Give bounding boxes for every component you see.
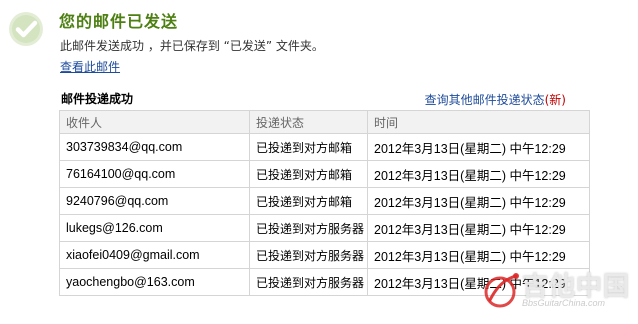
- table-row: 9240796@qq.com 已投递到对方邮箱 2012年3月13日(星期二) …: [59, 187, 590, 215]
- page-title: 您的邮件已发送: [59, 12, 179, 31]
- recipient-cell: 9240796@qq.com: [59, 187, 250, 215]
- recipient-cell: 303739834@qq.com: [59, 133, 250, 161]
- column-header-status: 投递状态: [249, 110, 368, 134]
- status-cell: 已投递到对方邮箱: [249, 133, 368, 161]
- new-badge: (新): [544, 93, 566, 107]
- success-icon: [8, 11, 44, 47]
- recipient-cell: xiaofei0409@gmail.com: [59, 241, 250, 269]
- delivery-section-title: 邮件投递成功: [61, 92, 134, 106]
- time-cell: 2012年3月13日(星期二) 中午12:29: [367, 187, 590, 215]
- view-mail-link[interactable]: 查看此邮件: [60, 58, 120, 75]
- success-message: 此邮件发送成功 ，并已保存到 “已发送” 文件夹。: [60, 39, 324, 53]
- table-row: lukegs@126.com 已投递到对方服务器 2012年3月13日(星期二)…: [59, 214, 590, 242]
- column-header-recipient: 收件人: [59, 110, 250, 134]
- status-cell: 已投递到对方服务器: [249, 214, 368, 242]
- time-cell: 2012年3月13日(星期二) 中午12:29: [367, 214, 590, 242]
- check-circle-icon: [9, 12, 43, 46]
- status-cell: 已投递到对方邮箱: [249, 160, 368, 188]
- query-link-label[interactable]: 查询其他邮件投递状态: [425, 93, 545, 107]
- time-cell: 2012年3月13日(星期二) 中午12:29: [367, 241, 590, 269]
- recipient-cell: lukegs@126.com: [59, 214, 250, 242]
- query-delivery-status-link[interactable]: 查询其他邮件投递状态(新): [425, 91, 566, 108]
- time-cell: 2012年3月13日(星期二) 中午12:29: [367, 133, 590, 161]
- watermark-url: BbsGuitarChina.com: [522, 298, 606, 308]
- time-cell: 2012年3月13日(星期二) 中午12:29: [367, 160, 590, 188]
- column-header-time: 时间: [367, 110, 590, 134]
- site-watermark: 吉他中国 BbsGuitarChina.com: [482, 266, 632, 314]
- guitar-logo-icon: [484, 273, 519, 308]
- table-row: xiaofei0409@gmail.com 已投递到对方服务器 2012年3月1…: [59, 241, 590, 269]
- status-cell: 已投递到对方邮箱: [249, 187, 368, 215]
- recipient-cell: yaochengbo@163.com: [59, 268, 250, 296]
- recipient-cell: 76164100@qq.com: [59, 160, 250, 188]
- table-row: 76164100@qq.com 已投递到对方邮箱 2012年3月13日(星期二)…: [59, 160, 590, 188]
- status-cell: 已投递到对方服务器: [249, 241, 368, 269]
- table-row: 303739834@qq.com 已投递到对方邮箱 2012年3月13日(星期二…: [59, 133, 590, 161]
- status-cell: 已投递到对方服务器: [249, 268, 368, 296]
- table-header-row: 收件人 投递状态 时间: [59, 110, 590, 134]
